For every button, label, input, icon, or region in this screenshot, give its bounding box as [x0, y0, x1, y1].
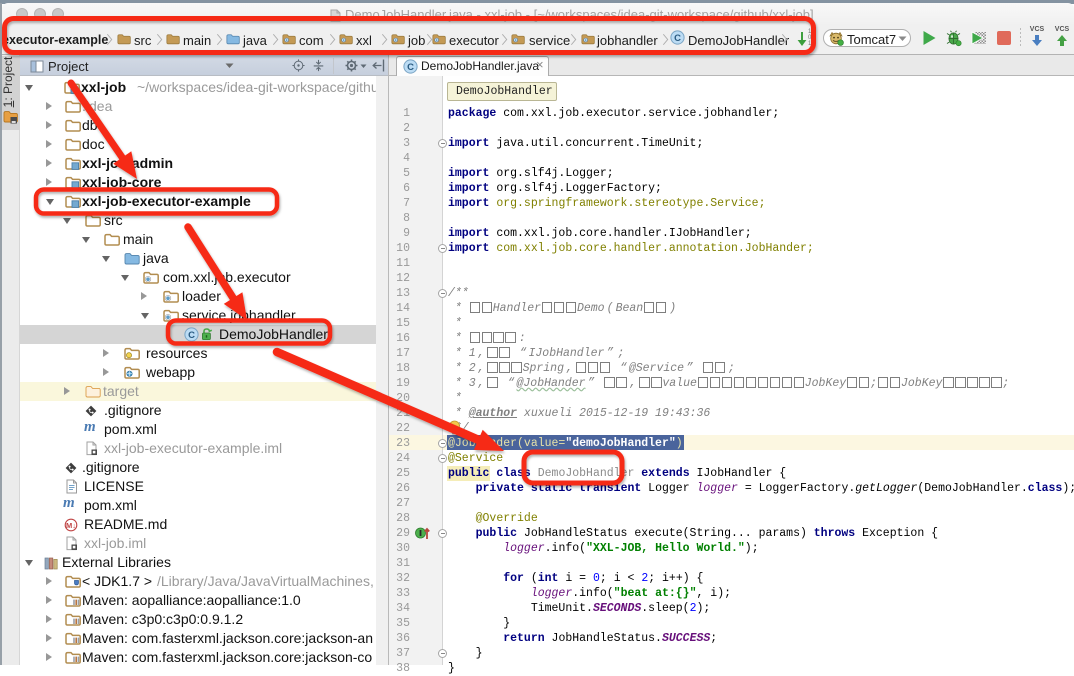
svg-text:M↓: M↓ [66, 521, 76, 530]
svg-text:C: C [674, 33, 681, 44]
svg-text:C: C [407, 62, 414, 73]
svg-text:C: C [188, 330, 195, 341]
